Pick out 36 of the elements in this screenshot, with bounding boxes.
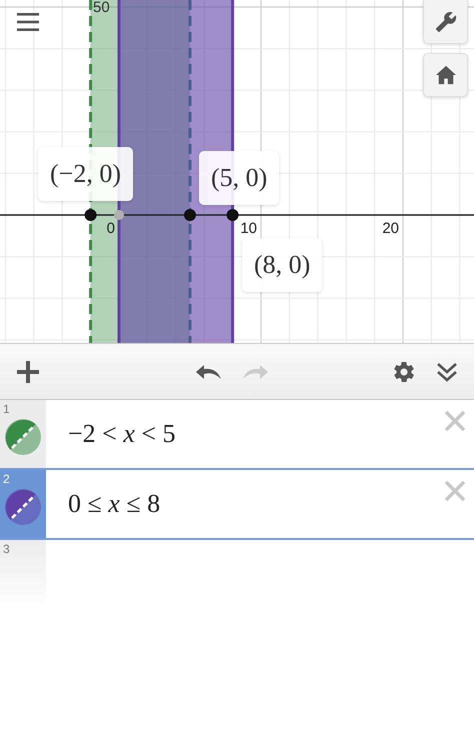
expression-text[interactable]: −2 < x < 5 <box>68 419 176 449</box>
color-icon[interactable] <box>4 418 42 456</box>
axis-tick-label: 50 <box>93 0 110 16</box>
settings-button[interactable] <box>392 360 416 384</box>
redo-icon <box>241 362 269 380</box>
plus-icon <box>17 360 39 382</box>
line-number: 2 <box>3 472 10 486</box>
color-icon[interactable] <box>4 488 42 526</box>
close-icon <box>444 410 466 432</box>
point-label: (5, 0) <box>199 151 280 205</box>
undo-icon <box>195 362 223 380</box>
expression-gutter[interactable]: 2 <box>0 470 46 538</box>
undo-button[interactable] <box>195 362 223 380</box>
collapse-button[interactable] <box>436 360 458 382</box>
line-number: 1 <box>3 402 10 416</box>
axis-tick-label: 20 <box>381 220 399 237</box>
double-chevron-icon <box>436 360 458 382</box>
axis-tick-label: 10 <box>239 220 257 237</box>
axis-tick-label: 0 <box>106 220 115 237</box>
gear-icon <box>392 360 416 384</box>
wrench-icon <box>434 10 456 32</box>
point-label: (8, 0) <box>242 238 322 292</box>
add-button[interactable] <box>17 360 39 382</box>
menu-button[interactable] <box>17 13 39 31</box>
close-icon <box>444 480 466 502</box>
graph-point[interactable] <box>184 209 196 221</box>
line-number: 3 <box>3 542 10 556</box>
graph-point[interactable] <box>84 209 97 221</box>
expression-gutter[interactable]: 1 <box>0 400 46 468</box>
point-label: (−2, 0) <box>38 147 133 201</box>
expression-text[interactable]: 0 ≤ x ≤ 8 <box>68 489 160 519</box>
settings-button[interactable] <box>423 0 468 44</box>
home-button[interactable] <box>423 53 468 97</box>
menu-icon <box>17 13 39 31</box>
home-icon <box>434 65 456 85</box>
graph-point[interactable] <box>226 209 239 221</box>
